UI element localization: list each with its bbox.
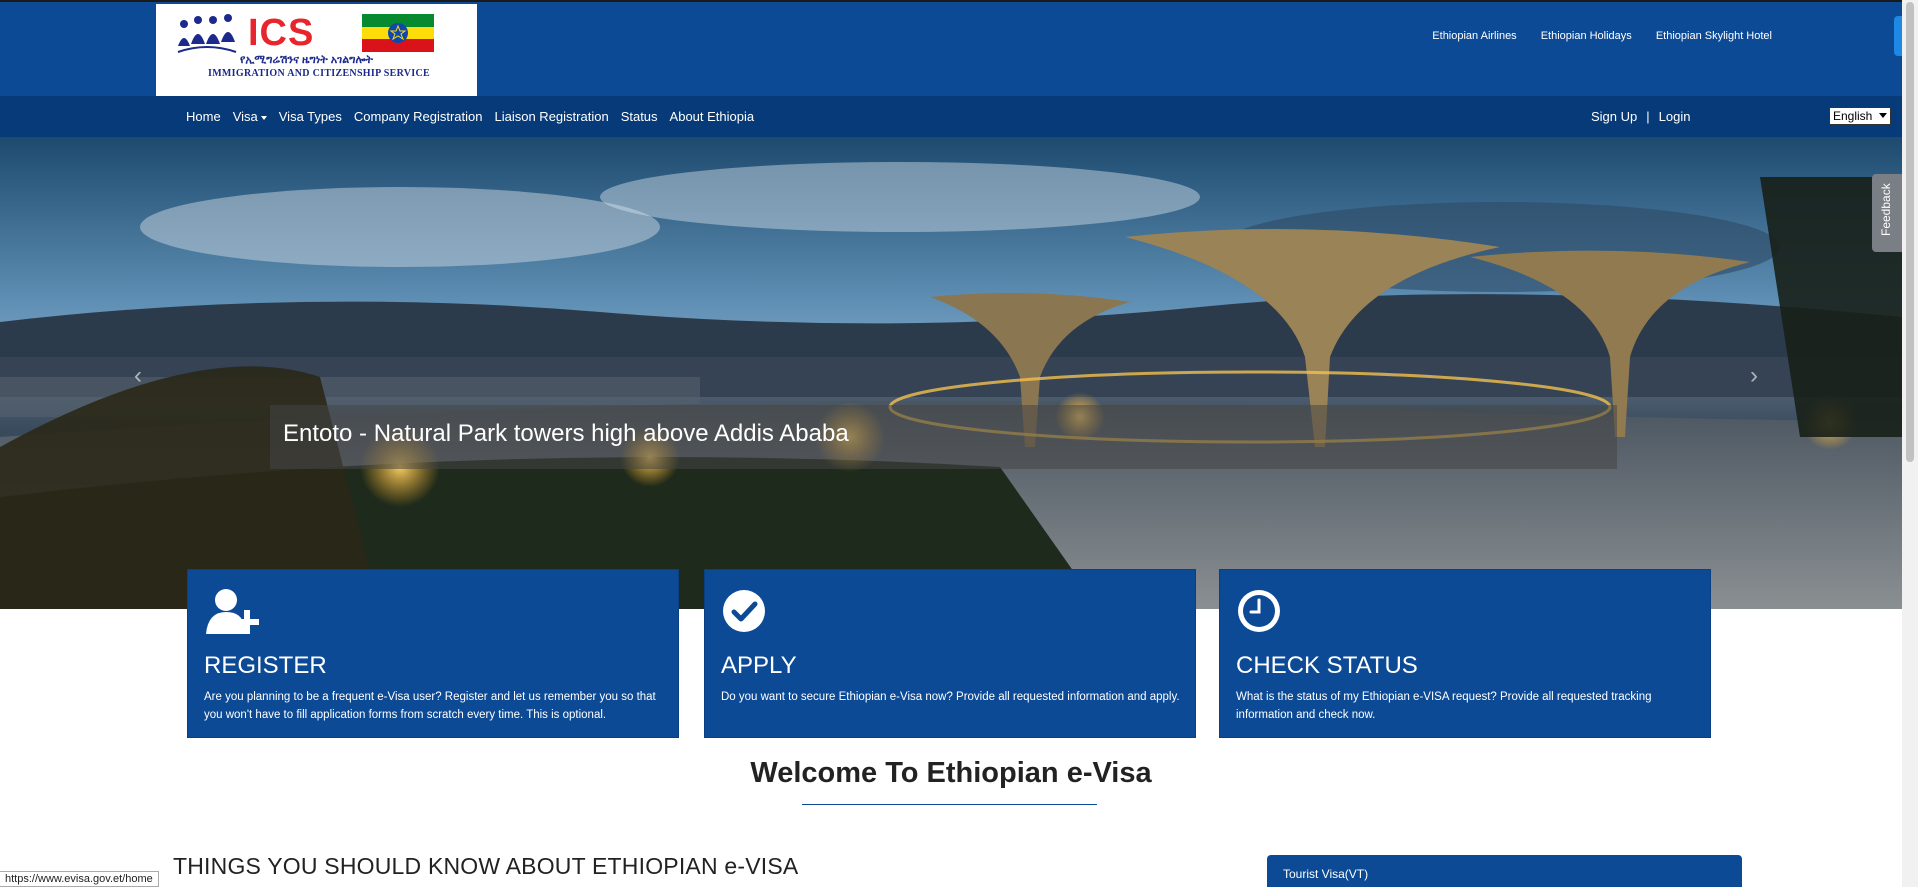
- auth-separator: |: [1646, 109, 1650, 124]
- feedback-label: Feedback: [1879, 183, 1893, 236]
- login-link[interactable]: Login: [1659, 109, 1691, 124]
- tourist-visa-label: Tourist Visa(VT): [1283, 867, 1369, 881]
- ethiopia-flag-icon: [362, 14, 434, 52]
- check-status-card-text: What is the status of my Ethiopian e-VIS…: [1236, 691, 1652, 721]
- nav-visa-types[interactable]: Visa Types: [279, 109, 342, 124]
- things-to-know-heading: THINGS YOU SHOULD KNOW ABOUT ETHIOPIAN e…: [173, 853, 799, 879]
- partner-link-airlines[interactable]: Ethiopian Airlines: [1432, 30, 1516, 42]
- partner-link-skylight-hotel[interactable]: Ethiopian Skylight Hotel: [1656, 30, 1772, 42]
- carousel-prev-arrow-icon[interactable]: ‹: [134, 362, 142, 390]
- nav-company-registration[interactable]: Company Registration: [354, 109, 483, 124]
- register-card-title: REGISTER: [204, 652, 327, 679]
- hero-carousel: Entoto - Natural Park towers high above …: [0, 137, 1902, 609]
- nav-liaison-registration[interactable]: Liaison Registration: [495, 109, 609, 124]
- select-arrow-icon: [1879, 113, 1887, 118]
- welcome-heading: Welcome To Ethiopian e-Visa: [750, 757, 1152, 789]
- nav-visa-dropdown[interactable]: Visa: [233, 109, 267, 124]
- logo-brand: ICS: [248, 12, 315, 54]
- browser-status-url: https://www.evisa.gov.et/home: [0, 871, 159, 887]
- language-value: English: [1833, 109, 1873, 123]
- top-header: ICS የኢሚግሬሽንና ዜግነት አገልግሎት IMMIGRATION AND…: [0, 0, 1902, 98]
- add-user-icon: [206, 589, 259, 634]
- sign-up-link[interactable]: Sign Up: [1591, 109, 1637, 124]
- nav-home[interactable]: Home: [186, 109, 221, 124]
- feedback-tab[interactable]: Feedback: [1872, 174, 1902, 252]
- hero-caption: Entoto - Natural Park towers high above …: [283, 420, 849, 447]
- check-circle-icon: [723, 590, 765, 632]
- nav-status[interactable]: Status: [621, 109, 658, 124]
- scrollbar-thumb[interactable]: [1906, 2, 1914, 462]
- nav-about-ethiopia[interactable]: About Ethiopia: [670, 109, 755, 124]
- partner-link-holidays[interactable]: Ethiopian Holidays: [1541, 30, 1632, 42]
- logo-amharic-text: የኢሚግሬሽንና ዜግነት አገልግሎት: [240, 54, 373, 66]
- page: ICS የኢሚግሬሽንና ዜግነት አገልግሎት IMMIGRATION AND…: [0, 0, 1918, 887]
- apply-card[interactable]: APPLY Do you want to secure Ethiopian e-…: [704, 569, 1196, 738]
- nav-visa-label: Visa: [232, 109, 258, 124]
- clock-icon: [1238, 590, 1280, 632]
- apply-card-title: APPLY: [721, 652, 797, 679]
- register-card[interactable]: REGISTER Are you planning to be a freque…: [187, 569, 679, 738]
- check-status-card-title: CHECK STATUS: [1236, 652, 1418, 679]
- people-figures-icon: [177, 14, 237, 53]
- register-card-text: Are you planning to be a frequent e-Visa…: [204, 691, 656, 721]
- check-status-card[interactable]: CHECK STATUS What is the status of my Et…: [1219, 569, 1711, 738]
- ics-logo[interactable]: ICS የኢሚግሬሽንና ዜግነት አገልግሎት IMMIGRATION AND…: [156, 4, 477, 98]
- partner-links: Ethiopian Airlines Ethiopian Holidays Et…: [1432, 30, 1772, 42]
- hero-landscape-image: [0, 137, 1902, 609]
- page-scrollbar[interactable]: [1902, 0, 1918, 887]
- caret-down-icon: [260, 115, 267, 120]
- tourist-visa-panel[interactable]: Tourist Visa(VT): [1267, 855, 1742, 887]
- heading-underline: [802, 804, 1097, 805]
- auth-links: Sign Up | Login: [1591, 109, 1690, 124]
- carousel-next-arrow-icon[interactable]: ›: [1750, 362, 1758, 390]
- apply-card-text: Do you want to secure Ethiopian e-Visa n…: [721, 691, 1180, 703]
- nav-menu: Home Visa Visa Types Company Registratio…: [186, 109, 754, 124]
- edge-tab-button[interactable]: [1894, 16, 1902, 56]
- main-navbar: Home Visa Visa Types Company Registratio…: [0, 96, 1902, 137]
- logo-service-text: IMMIGRATION AND CITIZENSHIP SERVICE: [208, 68, 430, 79]
- language-select[interactable]: English: [1829, 107, 1891, 125]
